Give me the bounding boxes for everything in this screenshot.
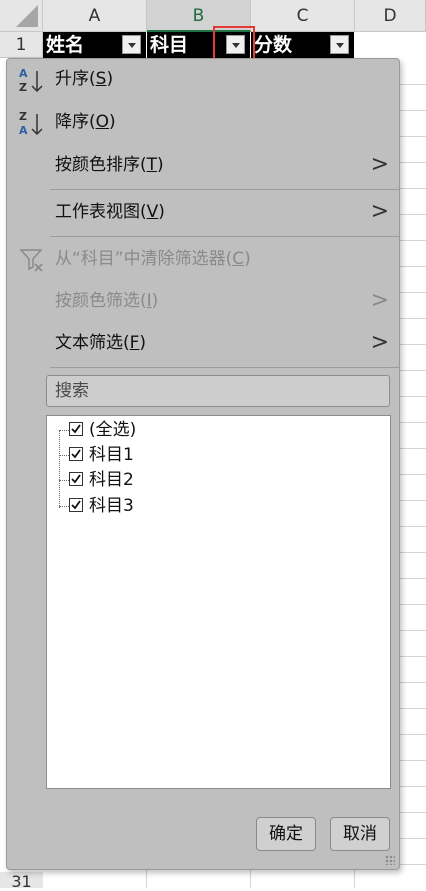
sort-descending-label: 降序(O) xyxy=(55,112,116,132)
menu-text-filter[interactable]: 文本筛选(F) > xyxy=(7,323,399,363)
filter-values-list[interactable]: (全选) 科目1 科目2 科目3 xyxy=(46,415,391,789)
search-input[interactable]: 搜索 xyxy=(46,375,390,407)
list-item-label: 科目1 xyxy=(89,445,134,465)
checkbox-checked-icon[interactable] xyxy=(69,447,83,461)
menu-sheet-view[interactable]: 工作表视图(V) > xyxy=(7,192,399,232)
row-header-1[interactable]: 1 xyxy=(0,32,43,58)
sort-ascending-icon: A Z xyxy=(19,67,43,94)
chevron-right-icon: > xyxy=(370,288,389,313)
checkbox-checked-icon[interactable] xyxy=(69,498,83,512)
menu-sort-ascending[interactable]: A Z 升序(S) xyxy=(7,59,399,99)
list-item-label: 科目2 xyxy=(89,470,134,490)
list-item-label: 科目3 xyxy=(89,496,134,516)
svg-text:Z: Z xyxy=(19,110,27,123)
sort-descending-icon: Z A xyxy=(19,110,43,137)
text-filter-label: 文本筛选(F) xyxy=(55,333,147,353)
list-item-label: (全选) xyxy=(89,420,137,440)
autofilter-dropdown-panel: A Z 升序(S) Z A 降序(O) 按颜色排序(T) > 工作表视图(V) … xyxy=(6,58,400,870)
cell-a1-text: 姓名 xyxy=(46,34,85,56)
checkbox-checked-icon[interactable] xyxy=(69,422,83,436)
chevron-right-icon: > xyxy=(370,152,389,177)
filter-dropdown-c[interactable] xyxy=(330,35,349,54)
column-header-c[interactable]: C xyxy=(251,0,355,32)
cell-c1[interactable]: 分数 xyxy=(251,32,355,58)
menu-separator xyxy=(50,367,399,368)
clear-filter-label: 从“科目”中清除筛选器(C) xyxy=(55,249,251,269)
highlight-annotation xyxy=(213,26,255,62)
menu-filter-by-color: 按颜色筛选(I) > xyxy=(7,281,399,321)
menu-sort-by-color[interactable]: 按颜色排序(T) > xyxy=(7,145,399,185)
menu-separator xyxy=(50,189,399,190)
column-header-a[interactable]: A xyxy=(43,0,147,32)
svg-text:A: A xyxy=(19,124,28,137)
sort-ascending-label: 升序(S) xyxy=(55,69,114,89)
cell-c1-text: 分数 xyxy=(254,34,293,56)
select-all-corner[interactable] xyxy=(0,0,43,32)
svg-text:Z: Z xyxy=(19,81,27,94)
ok-button[interactable]: 确定 xyxy=(256,817,316,851)
menu-clear-filter: 从“科目”中清除筛选器(C) xyxy=(7,239,399,279)
cell-a1[interactable]: 姓名 xyxy=(43,32,147,58)
cancel-button[interactable]: 取消 xyxy=(330,817,390,851)
sheet-view-label: 工作表视图(V) xyxy=(55,202,165,222)
row-header-31[interactable]: 31 xyxy=(0,872,43,891)
checkbox-checked-icon[interactable] xyxy=(69,472,83,486)
cell-b1-text: 科目 xyxy=(150,34,189,56)
filter-by-color-label: 按颜色筛选(I) xyxy=(55,291,159,311)
column-header-d[interactable]: D xyxy=(355,0,426,32)
clear-filter-icon xyxy=(19,249,43,272)
filter-dropdown-a[interactable] xyxy=(122,35,141,54)
menu-sort-descending[interactable]: Z A 降序(O) xyxy=(7,102,399,142)
resize-grip-icon[interactable] xyxy=(385,855,395,865)
menu-separator xyxy=(50,236,399,237)
sort-by-color-label: 按颜色排序(T) xyxy=(55,155,164,175)
chevron-right-icon: > xyxy=(370,330,389,355)
svg-text:A: A xyxy=(19,67,28,80)
chevron-right-icon: > xyxy=(370,199,389,224)
